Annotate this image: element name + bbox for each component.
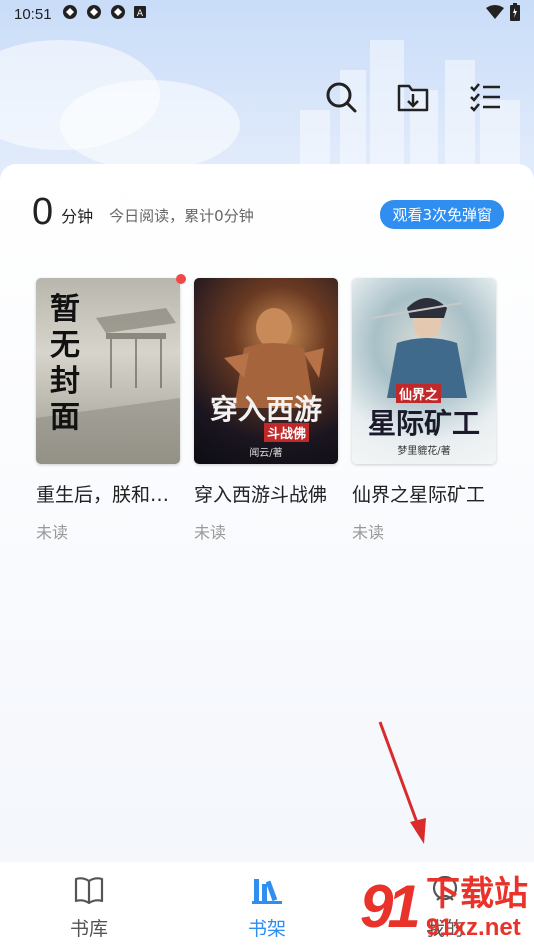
book-item[interactable]: 仙界之 星际矿工 梦里貔花/著 仙界之星际矿工 未读: [352, 278, 496, 543]
book-status: 未读: [352, 523, 385, 542]
bookshelf-icon: [252, 876, 282, 908]
a-icon: A: [133, 6, 146, 22]
watch-ad-button[interactable]: 观看3次免弹窗: [380, 199, 504, 229]
cover-author: 梦里貔花/著: [397, 446, 451, 457]
search-button[interactable]: [324, 82, 358, 116]
svg-text:A: A: [136, 9, 143, 18]
download-folder-icon: [397, 82, 429, 116]
book-title: 重生后，朕和…: [36, 484, 170, 506]
cover-title: 暂无封面: [50, 292, 80, 435]
search-icon: [325, 81, 357, 117]
book-cover[interactable]: 穿入西游 斗战佛 闻云/著: [194, 278, 338, 464]
watermark-logo: 91: [360, 873, 421, 940]
sync-icon: [86, 4, 102, 24]
sync-icon: [110, 4, 126, 24]
wifi-icon: [486, 5, 504, 23]
watermark: 91 下载站 91xz.net: [354, 858, 534, 950]
header-actions: [324, 82, 502, 116]
battery-icon: [510, 3, 520, 25]
tab-bookshelf[interactable]: 书架: [178, 862, 356, 950]
status-time: 10:51: [14, 5, 52, 23]
reading-description: 今日阅读，累计0分钟: [109, 206, 254, 225]
watermark-url: 91xz.net: [426, 914, 521, 941]
reading-minutes: 0: [32, 191, 54, 233]
book-title: 穿入西游斗战佛: [194, 484, 328, 506]
cover-subtitle: 仙界之: [396, 384, 442, 403]
book-status: 未读: [194, 523, 227, 542]
update-dot: [176, 274, 186, 284]
status-bar: 10:51 A: [0, 0, 534, 28]
book-item[interactable]: 暂无封面 重生后，朕和… 未读: [36, 274, 186, 543]
sync-icon: [62, 4, 78, 24]
cover-author: 闻云/著: [249, 448, 283, 459]
tab-library[interactable]: 书库: [0, 862, 178, 950]
reading-stats: 0 分钟 今日阅读，累计0分钟 观看3次免弹窗: [32, 190, 504, 234]
tab-label: 书架: [247, 918, 286, 940]
book-item[interactable]: 穿入西游 斗战佛 闻云/著 穿入西游斗战佛 未读: [194, 278, 338, 543]
book-cover[interactable]: 暂无封面: [36, 278, 180, 464]
watermark-name: 下载站: [426, 874, 528, 914]
reading-unit: 分钟: [61, 207, 94, 226]
book-icon: [74, 876, 104, 908]
manage-list-button[interactable]: [468, 82, 502, 116]
cover-title: 穿入西游: [209, 393, 322, 426]
book-title: 仙界之星际矿工: [352, 484, 486, 506]
book-list: 暂无封面 重生后，朕和… 未读 穿入西游 斗战佛 闻云/著 穿入西游斗战佛 未读: [36, 274, 496, 543]
tab-label: 书库: [69, 918, 108, 940]
import-button[interactable]: [396, 82, 430, 116]
book-cover[interactable]: 仙界之 星际矿工 梦里貔花/著: [352, 278, 496, 464]
list-icon: [469, 82, 501, 116]
book-status: 未读: [36, 523, 69, 542]
bookshelf-card: 0 分钟 今日阅读，累计0分钟 观看3次免弹窗 暂无封面 重生后，朕和… 未读: [0, 164, 534, 846]
cover-title: 星际矿工: [367, 407, 480, 440]
cover-subtitle: 斗战佛: [264, 423, 310, 442]
